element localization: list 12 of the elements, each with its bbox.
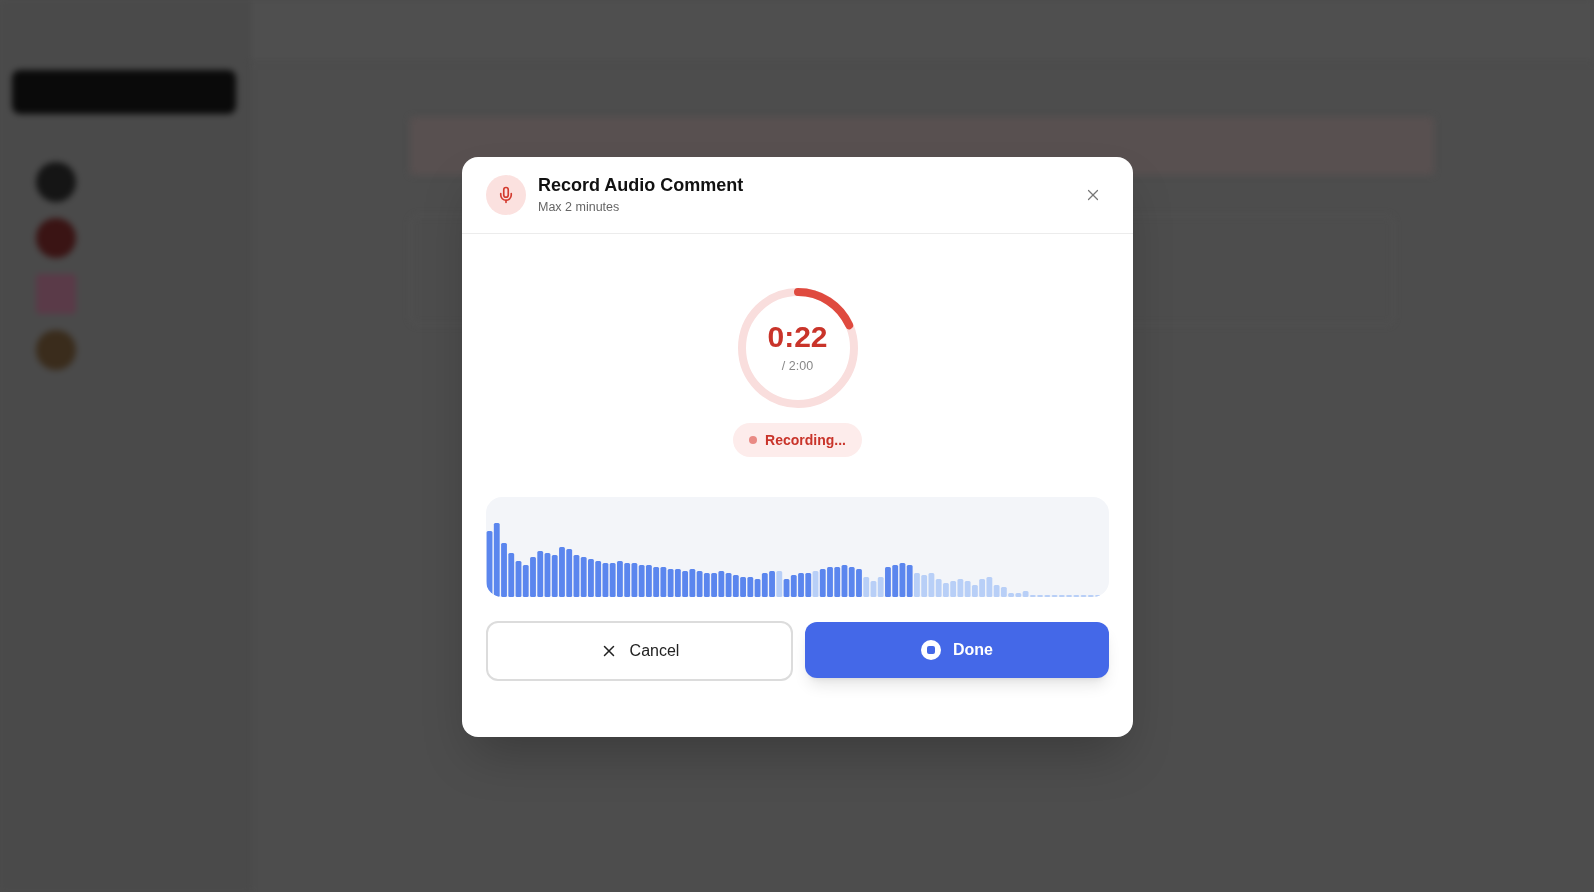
dialog-title: Record Audio Comment [538,174,745,197]
done-button[interactable]: Done [805,622,1109,678]
status-label: Recording... [765,430,846,450]
total-time: / 2:00 [781,357,814,375]
cancel-button[interactable]: Cancel [486,621,793,681]
avatar-placeholder [36,218,76,258]
dialog-subtitle: Max 2 minutes [538,199,621,216]
elapsed-time: 0:22 [767,320,828,353]
avatar-placeholder [36,330,76,370]
microphone-glyph-icon [497,186,515,204]
stop-icon [921,640,941,660]
avatar-placeholder [36,162,76,202]
